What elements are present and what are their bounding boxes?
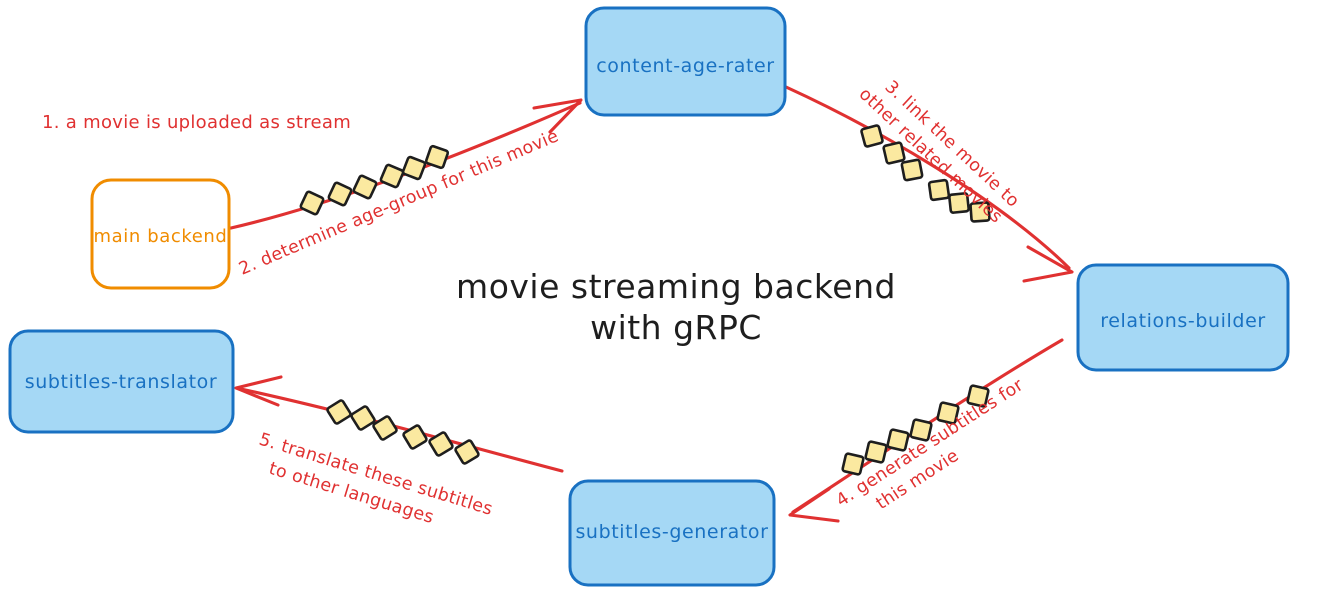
diagram-title: movie streaming backend with gRPC (456, 267, 896, 347)
packet-diamond (299, 190, 325, 216)
node-main-backend-label: main backend (94, 226, 228, 247)
packet-diamond (882, 141, 906, 165)
packet-diamond (350, 405, 376, 431)
node-content-age-rater-label: content-age-rater (596, 55, 774, 77)
edge-4[interactable]: 4. generate subtitles for this movie (788, 338, 1064, 531)
packet-diamond (352, 174, 378, 200)
node-main-backend[interactable]: main backend (90, 178, 231, 290)
edge-3[interactable]: 3. link the movie to other related movie… (784, 67, 1074, 283)
packet-diamond (860, 124, 884, 148)
edge-4-packets (841, 384, 990, 476)
edge-4-label: 4. generate subtitles for this movie (833, 372, 1045, 531)
edge-1-label: 1. a movie is uploaded as stream (42, 112, 351, 133)
edge-1[interactable]: 1. a movie is uploaded as stream (42, 112, 351, 133)
edge-2-label: 2. determine age-group for this movie (236, 126, 562, 279)
packet-diamond (424, 144, 450, 170)
node-subtitles-translator[interactable]: subtitles-translator (8, 329, 235, 434)
packet-diamond (379, 163, 405, 189)
packet-diamond (841, 452, 865, 476)
packet-diamond (401, 155, 427, 181)
edge-5[interactable]: 5. translate these subtitles to other la… (234, 375, 564, 546)
packet-diamond (864, 440, 888, 464)
node-subtitles-generator-label: subtitles-generator (575, 521, 768, 543)
diagram-title-line1: movie streaming backend (456, 267, 896, 306)
diagram-svg: 2. determine age-group for this movie 3.… (8, 6, 1290, 587)
edge-4-arrowhead (788, 487, 840, 523)
node-relations-builder[interactable]: relations-builder (1076, 263, 1290, 372)
diagram-title-line2: with gRPC (590, 308, 762, 347)
node-relations-builder-label: relations-builder (1100, 310, 1266, 332)
node-subtitles-translator-label: subtitles-translator (25, 371, 218, 393)
edge-3-label: 3. link the movie to other related movie… (855, 67, 1028, 232)
edge-5-arrowhead (234, 375, 283, 407)
diagram-canvas: 2. determine age-group for this movie 3.… (0, 0, 1317, 592)
packet-diamond (900, 158, 924, 182)
node-subtitles-generator[interactable]: subtitles-generator (568, 479, 776, 587)
packet-diamond (372, 415, 398, 441)
packet-diamond (327, 181, 353, 207)
packet-diamond (326, 399, 352, 425)
node-content-age-rater[interactable]: content-age-rater (584, 6, 787, 117)
